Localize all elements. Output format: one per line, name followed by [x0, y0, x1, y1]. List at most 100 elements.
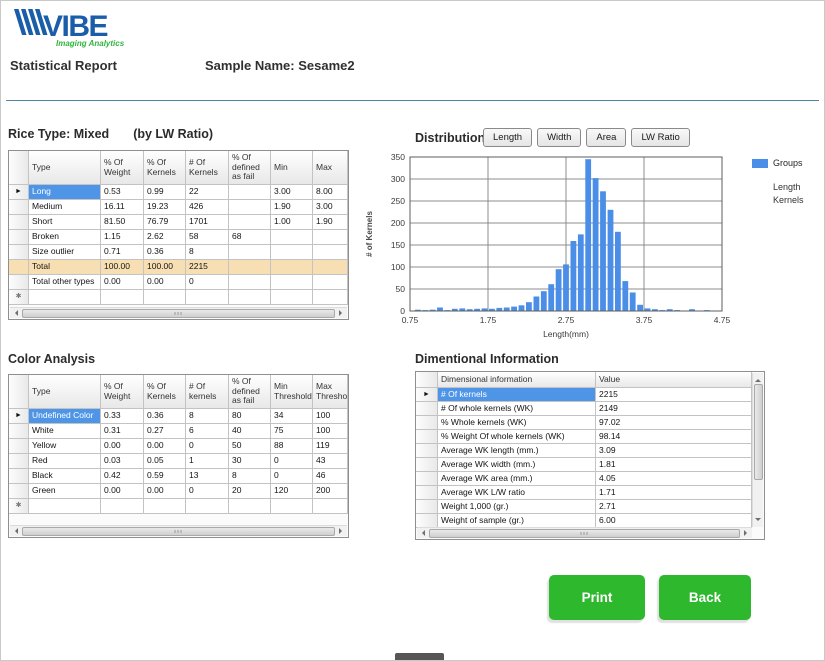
column-header[interactable]: Type	[29, 375, 101, 409]
cell[interactable]: Undefined Color	[29, 409, 101, 424]
cell[interactable]	[229, 260, 271, 275]
cell[interactable]: 3.09	[596, 444, 752, 458]
color-analysis-table[interactable]: Type% Of Weight% Of Kernels# Of kernels%…	[8, 374, 349, 538]
cell[interactable]: 4.05	[596, 472, 752, 486]
row-header[interactable]	[416, 514, 438, 528]
cell[interactable]: 3.00	[313, 200, 348, 215]
cell[interactable]: Weight of sample (gr.)	[438, 514, 596, 528]
cell[interactable]: 68	[229, 230, 271, 245]
cell[interactable]: 0.00	[144, 484, 186, 499]
cell[interactable]: 19.23	[144, 200, 186, 215]
cell[interactable]: Red	[29, 454, 101, 469]
rice-table-h-scrollbar[interactable]	[10, 307, 347, 318]
cell[interactable]	[271, 245, 313, 260]
row-header[interactable]	[416, 486, 438, 500]
cell[interactable]: 0	[186, 275, 229, 290]
cell[interactable]: 0.59	[144, 469, 186, 484]
row-header[interactable]: ✱	[9, 290, 29, 305]
cell[interactable]	[313, 290, 348, 305]
cell[interactable]: 58	[186, 230, 229, 245]
row-header[interactable]	[9, 469, 29, 484]
column-header[interactable]: Dimensional information	[438, 372, 596, 388]
cell[interactable]: Average WK area (mm.)	[438, 472, 596, 486]
cell[interactable]: 100.00	[144, 260, 186, 275]
cell[interactable]: 8	[186, 409, 229, 424]
grid-corner-header[interactable]	[9, 375, 29, 409]
row-header[interactable]: ✱	[9, 499, 29, 514]
row-header[interactable]	[9, 245, 29, 260]
cell[interactable]: 1.90	[313, 215, 348, 230]
cell[interactable]: Broken	[29, 230, 101, 245]
cell[interactable]: 43	[313, 454, 348, 469]
row-header[interactable]	[9, 200, 29, 215]
dimensional-table-v-scrollbar[interactable]	[752, 373, 763, 527]
grid-corner-header[interactable]	[416, 372, 438, 388]
cell[interactable]: 0.99	[144, 185, 186, 200]
cell[interactable]: 81.50	[101, 215, 144, 230]
cell[interactable]: 2.62	[144, 230, 186, 245]
color-table-h-scrollbar[interactable]	[10, 525, 347, 536]
cell[interactable]: % Whole kernels (WK)	[438, 416, 596, 430]
cell[interactable]: 40	[229, 424, 271, 439]
cell[interactable]: 22	[186, 185, 229, 200]
cell[interactable]: # Of kernels	[438, 388, 596, 402]
cell[interactable]: 0.27	[144, 424, 186, 439]
scroll-left-arrow-icon[interactable]	[10, 526, 22, 537]
scrollbar-thumb[interactable]	[22, 309, 335, 318]
scroll-right-arrow-icon[interactable]	[335, 526, 347, 537]
scroll-right-arrow-icon[interactable]	[335, 308, 347, 319]
cell[interactable]: 20	[229, 484, 271, 499]
column-header[interactable]: % Of defined as fail	[229, 151, 271, 185]
cell[interactable]: 0	[186, 439, 229, 454]
row-header[interactable]	[416, 472, 438, 486]
cell[interactable]: 8.00	[313, 185, 348, 200]
cell[interactable]	[271, 260, 313, 275]
scroll-down-arrow-icon[interactable]	[755, 518, 761, 524]
cell[interactable]	[229, 275, 271, 290]
cell[interactable]	[186, 290, 229, 305]
row-header[interactable]: ►	[9, 185, 29, 200]
cell[interactable]: 0.05	[144, 454, 186, 469]
cell[interactable]: 2215	[596, 388, 752, 402]
cell[interactable]: Short	[29, 215, 101, 230]
column-header[interactable]: % Of Kernels	[144, 151, 186, 185]
cell[interactable]: 0.42	[101, 469, 144, 484]
scrollbar-thumb[interactable]	[22, 527, 335, 536]
cell[interactable]: 8	[229, 469, 271, 484]
column-header[interactable]: % Of Weight	[101, 151, 144, 185]
cell[interactable]: 88	[271, 439, 313, 454]
cell[interactable]: 97.02	[596, 416, 752, 430]
column-header[interactable]: # Of Kernels	[186, 151, 229, 185]
cell[interactable]: 1.81	[596, 458, 752, 472]
row-header[interactable]	[416, 430, 438, 444]
cell[interactable]: 1	[186, 454, 229, 469]
cell[interactable]: 0.00	[144, 275, 186, 290]
area-button[interactable]: Area	[586, 128, 626, 147]
dimensional-information-table[interactable]: Dimensional informationValue►# Of kernel…	[415, 371, 765, 540]
row-header[interactable]	[9, 215, 29, 230]
dimensional-table-h-scrollbar[interactable]	[417, 527, 752, 538]
cell[interactable]: 13	[186, 469, 229, 484]
cell[interactable]: 0.33	[101, 409, 144, 424]
column-header[interactable]: % Of Weight	[101, 375, 144, 409]
cell[interactable]: 0.00	[101, 484, 144, 499]
cell[interactable]: 2.71	[596, 500, 752, 514]
cell[interactable]	[29, 290, 101, 305]
cell[interactable]	[271, 230, 313, 245]
cell[interactable]: Medium	[29, 200, 101, 215]
cell[interactable]: 1.00	[271, 215, 313, 230]
cell[interactable]	[229, 215, 271, 230]
cell[interactable]: 120	[271, 484, 313, 499]
cell[interactable]: Black	[29, 469, 101, 484]
cell[interactable]: 0	[186, 484, 229, 499]
cell[interactable]	[186, 499, 229, 514]
scroll-left-arrow-icon[interactable]	[417, 528, 429, 539]
cell[interactable]: 0.71	[101, 245, 144, 260]
row-header[interactable]	[9, 424, 29, 439]
cell[interactable]	[144, 290, 186, 305]
row-header[interactable]	[416, 402, 438, 416]
cell[interactable]: # Of whole kernels (WK)	[438, 402, 596, 416]
cell[interactable]: Total other types	[29, 275, 101, 290]
cell[interactable]: 6.00	[596, 514, 752, 528]
cell[interactable]	[271, 275, 313, 290]
